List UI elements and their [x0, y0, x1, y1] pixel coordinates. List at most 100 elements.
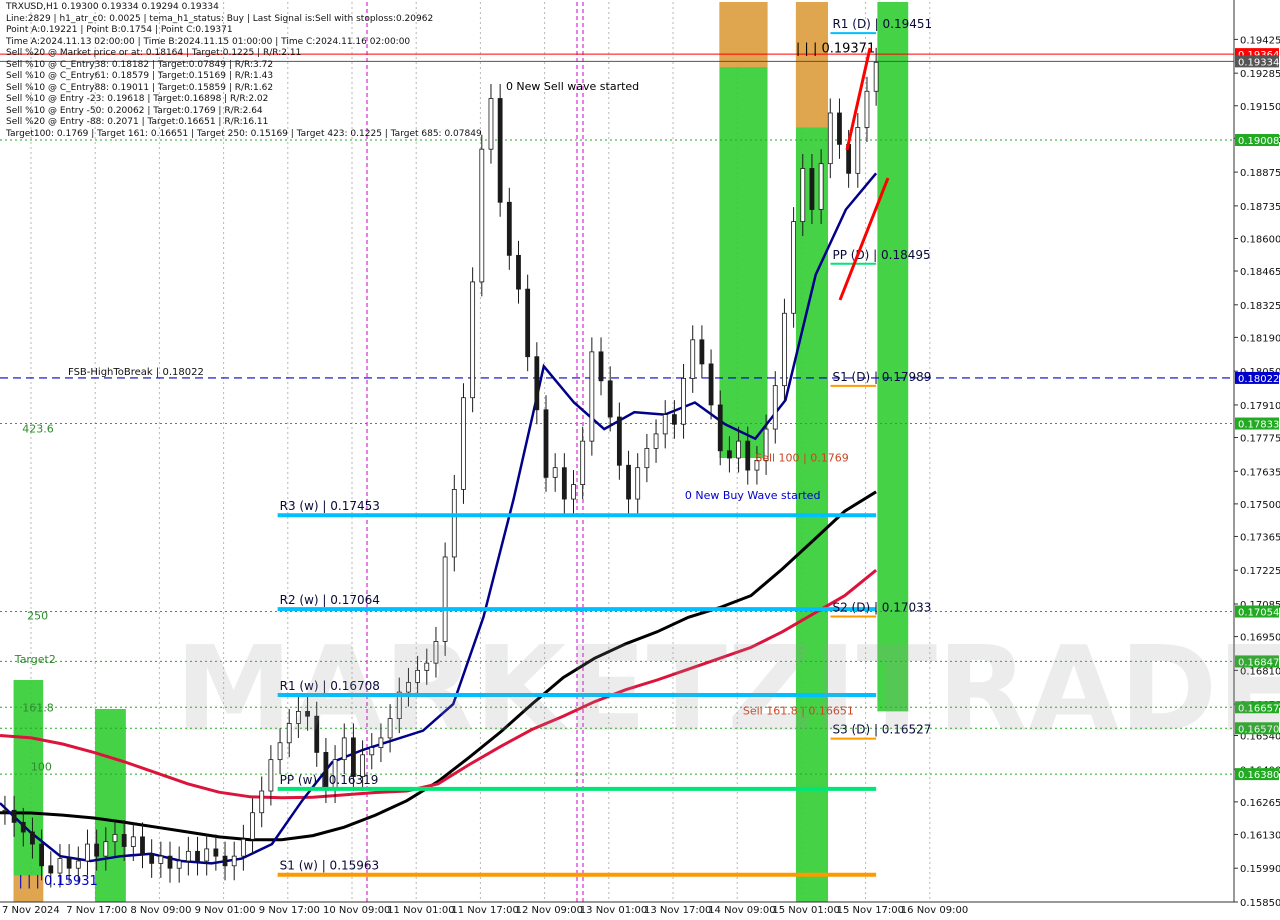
candle-body — [103, 841, 109, 857]
candle-body — [690, 339, 696, 379]
candle-body — [130, 836, 136, 847]
chart-annotation: 250 — [27, 610, 48, 623]
candle-body — [167, 855, 173, 869]
pivot-level-label: PP (D) | 0.18495 — [832, 248, 930, 262]
candle-body — [699, 339, 705, 365]
info-panel-line: Sell %10 @ Entry -23: 0.19618 | Target:0… — [6, 94, 269, 104]
time-tick-label: 7 Nov 17:00 — [66, 905, 127, 916]
price-badge-label: 0.16380 — [1238, 770, 1279, 781]
candle-body — [497, 98, 503, 203]
candle-body — [580, 440, 586, 485]
time-tick-label: 13 Nov 01:00 — [580, 905, 647, 916]
signal-zone — [795, 2, 829, 128]
candle-body — [626, 464, 631, 500]
candle-body — [616, 416, 622, 466]
chart-annotation: 0 New Sell wave started — [506, 80, 639, 93]
price-badge-label: 0.19008 — [1238, 136, 1279, 147]
price-tick-label: 0.18600 — [1240, 234, 1280, 245]
time-tick-label: 12 Nov 09:00 — [516, 905, 583, 916]
price-tick-label: 0.17775 — [1240, 434, 1280, 445]
price-tick-label: 0.19425 — [1240, 35, 1280, 46]
candle-body — [653, 433, 659, 449]
candle-body — [451, 488, 457, 558]
pivot-level-label: S2 (D) | 0.17033 — [832, 601, 931, 615]
candle-body — [809, 168, 815, 210]
candle-body — [837, 112, 842, 145]
fsb-label: FSB-HighToBreak | 0.18022 — [68, 367, 204, 378]
candle-body — [30, 831, 35, 845]
price-badge-label: 0.19334 — [1238, 57, 1279, 68]
time-tick-label: 13 Nov 17:00 — [644, 905, 711, 916]
candle-body — [185, 850, 191, 862]
info-panel-line: Line:2829 | h1_atr_c0: 0.0025 | tema_h1_… — [6, 13, 434, 24]
chart-annotation: Sell 100 | 0.1769 — [755, 452, 849, 465]
price-badge-label: 0.18022 — [1238, 374, 1279, 385]
candle-body — [671, 414, 677, 425]
price-badge-label: 0.17833 — [1238, 420, 1279, 431]
candle-body — [85, 843, 90, 862]
info-panel-line: TRXUSD,H1 0.19300 0.19334 0.19294 0.1933… — [6, 2, 219, 12]
time-tick-label: 7 Nov 2024 — [2, 905, 60, 916]
candle-body — [864, 90, 870, 128]
info-panel-line: Sell %10 @ C_Entry38: 0.18182 | Target:0… — [6, 59, 274, 70]
candle-body — [213, 848, 219, 857]
candle-body — [534, 356, 540, 411]
candle-body — [176, 860, 182, 869]
candle-body — [717, 404, 723, 452]
price-tick-label: 0.15990 — [1240, 864, 1280, 875]
candle-body — [635, 467, 641, 500]
candle-body — [772, 385, 778, 430]
info-panel-line: Point A:0.19221 | Point B:0.1754 | Point… — [6, 25, 233, 35]
candle-body — [708, 363, 714, 406]
candle-body — [873, 61, 879, 92]
pivot-level-label: R3 (w) | 0.17453 — [280, 499, 380, 513]
candle-body — [818, 163, 824, 210]
candle-body — [598, 351, 604, 382]
candle-body — [488, 98, 494, 150]
candle-body — [231, 855, 237, 867]
candle-body — [727, 450, 732, 459]
candle-body — [149, 853, 155, 864]
pivot-level-label: R1 (D) | 0.19451 — [832, 17, 932, 31]
candle-body — [589, 351, 595, 442]
candle-body — [525, 288, 531, 358]
candle-body — [39, 843, 45, 867]
signal-zone — [719, 2, 768, 68]
price-tick-label: 0.17635 — [1240, 467, 1280, 478]
pivot-level-label: PP (w) | 0.16319 — [280, 773, 379, 787]
candle-body — [791, 221, 797, 314]
chart-annotation: Target2 — [14, 653, 56, 666]
chart-stage: FSB-HighToBreak | 0.18022 R3 (w) | 0.1745… — [0, 0, 1280, 920]
price-tick-label: 0.17365 — [1240, 532, 1280, 543]
candle-body — [470, 281, 476, 399]
candle-body — [644, 447, 650, 469]
candle-body — [11, 809, 17, 823]
candle-body — [222, 855, 228, 867]
time-tick-label: 15 Nov 01:00 — [772, 905, 839, 916]
candle-body — [2, 809, 8, 812]
signal-zone — [719, 2, 768, 459]
candle-body — [48, 865, 54, 874]
candle-body — [140, 836, 145, 855]
price-tick-label: 0.16265 — [1240, 798, 1280, 809]
info-panel-line: Sell %20 @ Market price or at: 0.18164 |… — [6, 48, 302, 58]
price-tick-label: 0.19285 — [1240, 69, 1280, 80]
candle-body — [506, 201, 512, 256]
time-tick-label: 8 Nov 09:00 — [130, 905, 191, 916]
price-tick-label: 0.18190 — [1240, 333, 1280, 344]
candle-body — [782, 312, 787, 387]
candle-body — [855, 127, 861, 174]
candle-body — [240, 838, 246, 857]
candle-body — [681, 378, 686, 425]
candle-body — [571, 484, 576, 500]
candle-body — [57, 858, 63, 874]
chart-annotation: 0 New Buy Wave started — [685, 489, 821, 502]
candle-body — [20, 821, 26, 833]
candle-body — [204, 848, 210, 862]
watermark-logo: MARKETZITRADE — [175, 620, 1280, 758]
candle-body — [607, 380, 613, 418]
info-panel-line: Sell %10 @ C_Entry88: 0.19011 | Target:0… — [6, 82, 274, 93]
price-tick-label: 0.18875 — [1240, 168, 1280, 179]
candle-body — [66, 858, 72, 869]
time-tick-label: 11 Nov 01:00 — [387, 905, 454, 916]
